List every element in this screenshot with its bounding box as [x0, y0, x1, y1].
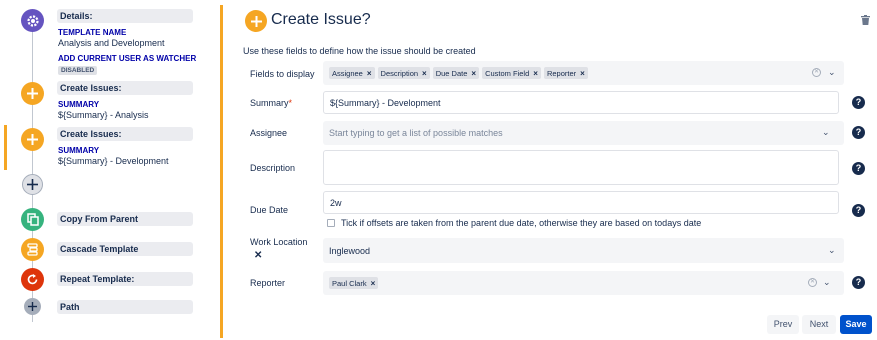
chevron-down-icon[interactable]: ⌄	[828, 245, 836, 256]
remove-tag-icon[interactable]: ×	[422, 69, 427, 78]
selected-tag: Custom Field ×	[482, 67, 541, 79]
details-node[interactable]	[21, 9, 44, 32]
panel-divider	[220, 5, 223, 338]
reporter-select[interactable]: Paul Clark × ✕ ⌄	[323, 271, 844, 295]
work-location-value: Inglewood	[329, 246, 371, 256]
trash-icon[interactable]	[861, 15, 870, 27]
template-name-value: Analysis and Development	[58, 38, 165, 48]
remove-field-icon[interactable]: ✕	[254, 250, 262, 261]
summary-input-value: ${Summary} - Development	[330, 98, 441, 108]
summary-label-1: SUMMARY	[58, 100, 100, 109]
tag-label: Assignee	[332, 68, 363, 78]
template-name-label: TEMPLATE NAME	[58, 28, 127, 37]
repeat-icon	[26, 273, 39, 286]
page-title: Create Issue?	[271, 11, 371, 28]
cascade-template-node[interactable]	[21, 238, 44, 261]
summary-input[interactable]: ${Summary} - Development	[323, 91, 839, 114]
parent-offset-checkbox[interactable]	[327, 219, 335, 227]
chevron-down-icon[interactable]: ⌄	[822, 127, 830, 138]
parent-offset-checkbox-label: Tick if offsets are taken from the paren…	[341, 218, 702, 228]
tag-label: Description	[380, 68, 419, 78]
assignee-select[interactable]: Start typing to get a list of possible m…	[323, 121, 844, 145]
plus-icon	[26, 87, 39, 100]
selected-tag: Reporter ×	[543, 67, 588, 79]
details-header[interactable]: Details:	[57, 9, 193, 23]
description-label: Description	[250, 163, 296, 173]
question-icon[interactable]: ?	[852, 96, 865, 109]
selected-tag: Due Date ×	[432, 67, 480, 79]
fields-to-display-select[interactable]: Assignee × Description × Due Date × Custom Fie…	[323, 61, 844, 85]
repeat-template-node[interactable]	[21, 268, 44, 291]
selected-tag: Description ×	[377, 67, 430, 79]
required-marker: *	[288, 98, 293, 108]
summary-label: Summary*	[250, 98, 293, 108]
create-issue-node-1[interactable]	[21, 82, 44, 105]
work-location-select[interactable]: Inglewood ⌄	[323, 238, 844, 263]
create-issue-icon	[245, 10, 267, 32]
assignee-label: Assignee	[250, 128, 288, 138]
due-date-label: Due Date	[250, 205, 289, 215]
path-node[interactable]	[24, 298, 41, 315]
remove-tag-icon[interactable]: ×	[580, 69, 585, 78]
repeat-template-label[interactable]: Repeat Template:	[57, 272, 193, 286]
cascade-template-label[interactable]: Cascade Template	[57, 242, 193, 256]
copy-from-parent-node[interactable]	[21, 208, 44, 231]
path-label[interactable]: Path	[57, 300, 193, 314]
copy-icon	[26, 213, 39, 226]
fields-to-display-label: Fields to display	[250, 69, 315, 79]
active-step-indicator	[4, 125, 7, 170]
summary-value-1: ${Summary} - Analysis	[58, 110, 149, 120]
cascade-icon	[26, 243, 39, 256]
question-icon[interactable]: ?	[852, 276, 865, 289]
summary-value-2: ${Summary} - Development	[58, 156, 169, 166]
watcher-status-badge: DISABLED	[58, 66, 98, 75]
chevron-down-icon[interactable]: ⌄	[823, 277, 831, 288]
tag-label: Custom Field	[485, 68, 530, 78]
save-button[interactable]: Save	[840, 315, 872, 334]
tag-label: Paul Clark	[332, 278, 367, 288]
path-icon	[28, 302, 37, 311]
chevron-down-icon[interactable]: ⌄	[828, 67, 836, 78]
next-button[interactable]: Next	[802, 315, 836, 334]
workflow-panel: Details: TEMPLATE NAME Analysis and Deve…	[0, 0, 215, 340]
create-issue-node-2[interactable]	[21, 128, 44, 151]
clear-icon[interactable]: ✕	[808, 278, 817, 287]
copy-from-parent-label[interactable]: Copy From Parent	[57, 212, 193, 226]
add-step-button[interactable]	[22, 174, 43, 195]
work-location-label: Work Location	[250, 237, 308, 247]
remove-tag-icon[interactable]: ×	[533, 69, 538, 78]
remove-tag-icon[interactable]: ×	[367, 69, 372, 78]
create-issue-header-1[interactable]: Create Issues:	[57, 81, 193, 95]
selected-tag: Assignee ×	[329, 67, 375, 79]
question-icon[interactable]: ?	[852, 204, 865, 217]
description-textarea[interactable]	[323, 150, 839, 185]
fields-tag-list: Assignee × Description × Due Date × Custom Fie…	[329, 67, 591, 79]
assignee-placeholder: Start typing to get a list of possible m…	[329, 128, 503, 138]
prev-button[interactable]: Prev	[767, 315, 799, 334]
due-date-value: 2w	[330, 198, 342, 208]
question-icon[interactable]: ?	[852, 126, 865, 139]
reporter-tag-list: Paul Clark ×	[329, 277, 381, 289]
reporter-label: Reporter	[250, 278, 286, 288]
tag-label: Reporter	[546, 68, 577, 78]
remove-tag-icon[interactable]: ×	[371, 279, 376, 288]
clear-icon[interactable]: ✕	[812, 68, 821, 77]
tag-label: Due Date	[435, 68, 468, 78]
form-description: Use these fields to define how the issue…	[243, 46, 476, 56]
plus-icon	[26, 133, 39, 146]
question-icon[interactable]: ?	[852, 162, 865, 175]
remove-tag-icon[interactable]: ×	[471, 69, 476, 78]
create-issue-header-2[interactable]: Create Issues:	[57, 127, 193, 141]
watcher-label: ADD CURRENT USER AS WATCHER	[58, 54, 197, 63]
summary-label-2: SUMMARY	[58, 146, 100, 155]
due-date-input[interactable]: 2w	[323, 191, 839, 214]
selected-tag: Paul Clark ×	[329, 277, 379, 289]
add-step-icon	[27, 179, 38, 190]
gear-icon	[26, 14, 40, 28]
